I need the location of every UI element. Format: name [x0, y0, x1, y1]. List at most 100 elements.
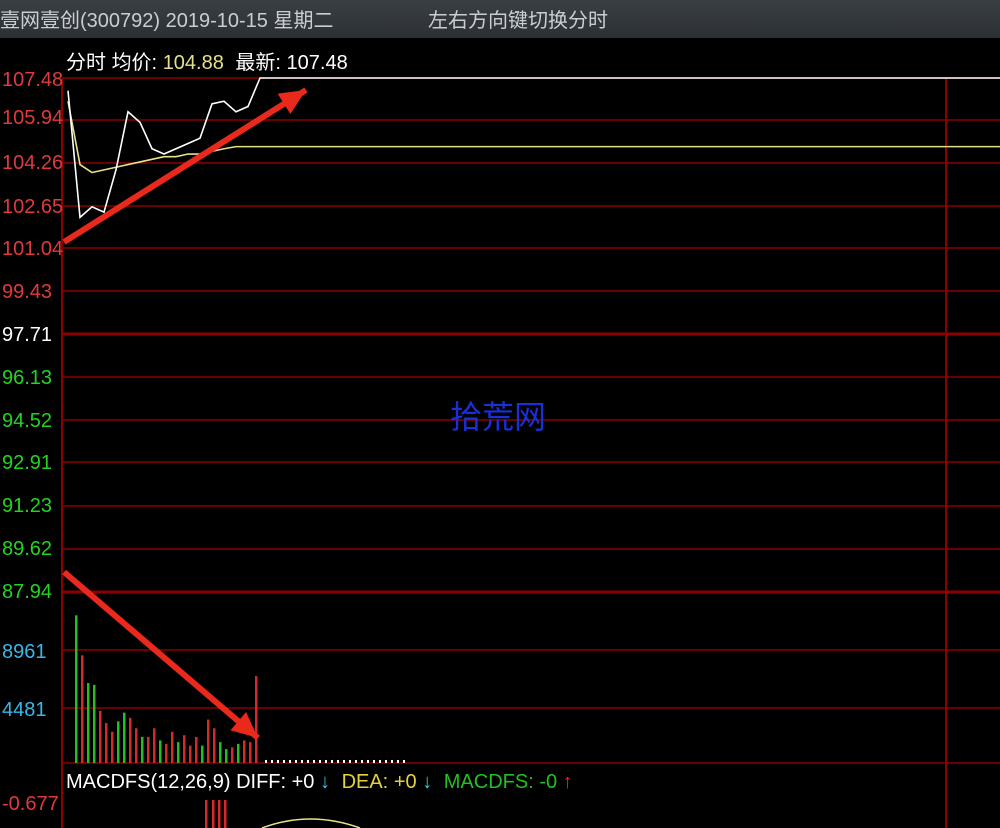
volume-bar: [201, 745, 204, 763]
volume-bar: [255, 676, 258, 763]
volume-bar: [183, 735, 186, 763]
macd-indicator-row: MACDFS(12,26,9) DIFF: +0 ↓ DEA: +0 ↓ MAC…: [66, 771, 573, 794]
volume-tick-bar: [307, 760, 309, 763]
price-axis-label: 99.43: [2, 281, 53, 303]
volume-bar: [213, 728, 216, 763]
price-axis-label: 97.71: [2, 324, 53, 346]
volume-bar: [231, 747, 234, 763]
macd-bar: [212, 800, 215, 828]
volume-axis-label: 4481: [2, 699, 47, 721]
volume-bar: [129, 717, 132, 763]
volume-bar: [171, 731, 174, 763]
latest-price-value: 107.48: [286, 52, 348, 74]
diff-value: +0: [291, 771, 315, 793]
latest-price-label: 最新:: [235, 52, 281, 74]
volume-bar: [105, 723, 108, 763]
volume-bar: [195, 736, 198, 763]
volume-tick-bar: [301, 760, 303, 763]
volume-bar: [177, 742, 180, 763]
price-axis-label: 89.62: [2, 538, 53, 560]
volume-bar: [159, 740, 162, 763]
macdfs-label: MACDFS:: [443, 771, 534, 793]
volume-tick-bar: [403, 760, 405, 763]
dea-label: DEA:: [341, 771, 389, 793]
volume-bar: [237, 743, 240, 763]
volume-bar: [87, 683, 90, 763]
volume-axis-label: 8961: [2, 641, 47, 663]
price-axis-label: 96.13: [2, 367, 53, 389]
volume-tick-bar: [313, 760, 315, 763]
avg-price-label: 均价:: [111, 52, 158, 74]
annotation-arrow-up: [62, 87, 308, 245]
price-line: [67, 77, 1000, 220]
watermark: 拾荒网: [450, 398, 547, 436]
macd-bar: [218, 800, 221, 828]
volume-tick-bar: [349, 760, 351, 763]
dea-value: +0: [393, 771, 417, 793]
volume-tick-bar: [319, 760, 321, 763]
volume-bar: [141, 736, 144, 763]
macdfs-value: -0: [539, 771, 558, 793]
volume-tick-bar: [397, 760, 399, 763]
price-axis-label: 105.94: [2, 107, 64, 129]
volume-bar: [165, 743, 168, 763]
volume-bar: [147, 736, 150, 763]
volume-bar: [93, 684, 96, 763]
volume-bar: [219, 742, 222, 763]
volume-tick-bar: [367, 760, 369, 763]
price-axis-label: 101.04: [2, 238, 64, 260]
stock-title: 壹网壹创(300792) 2019-10-15 星期二: [0, 10, 334, 32]
volume-tick-bar: [355, 760, 357, 763]
volume-tick-bar: [391, 760, 393, 763]
volume-tick-bar: [331, 760, 333, 763]
macd-axis-label: -0.677: [2, 793, 59, 815]
volume-bar: [207, 719, 210, 763]
macd-bar: [205, 800, 208, 828]
arrow-down-icon: ↓: [320, 771, 330, 793]
diff-label: DIFF:: [236, 771, 287, 793]
volume-tick-bar: [337, 760, 339, 763]
price-axis-label: 91.23: [2, 495, 53, 517]
volume-bar: [111, 731, 114, 763]
arrow-down-icon: ↓: [422, 771, 433, 793]
volume-bar: [249, 742, 252, 763]
window-title-bar: 壹网壹创(300792) 2019-10-15 星期二 左右方向键切换分时: [0, 0, 1000, 38]
volume-tick-bar: [277, 760, 279, 763]
keyboard-hint: 左右方向键切换分时: [428, 10, 608, 32]
chart-mode-label: 分时: [66, 52, 106, 74]
volume-bar: [243, 740, 246, 763]
volume-bar: [135, 728, 138, 763]
price-axis-label: 107.48: [2, 69, 64, 91]
price-axis-label: 94.52: [2, 410, 53, 432]
volume-bar: [225, 749, 228, 763]
volume-tick-bar: [361, 760, 363, 763]
volume-tick-bar: [289, 760, 291, 763]
macd-line: [261, 818, 361, 828]
price-axis-label: 102.65: [2, 196, 64, 218]
volume-tick-bar: [283, 760, 285, 763]
volume-bar: [117, 721, 120, 763]
volume-tick-bar: [271, 760, 273, 763]
avg-price-line: [67, 101, 1000, 174]
price-axis-label: 92.91: [2, 452, 53, 474]
price-axis-label: 104.26: [2, 152, 64, 174]
avg-price-value: 104.88: [162, 52, 224, 74]
volume-bar: [123, 712, 126, 763]
volume-tick-bar: [265, 760, 267, 763]
volume-tick-bar: [325, 760, 327, 763]
volume-bar: [75, 615, 78, 763]
macd-name: MACDFS(12,26,9): [66, 771, 231, 793]
volume-bar: [99, 710, 102, 763]
chart-header: 分时 均价: 104.88 最新: 107.48: [66, 46, 348, 75]
macd-bar: [224, 800, 227, 828]
arrow-up-icon: ↑: [562, 771, 573, 793]
volume-tick-bar: [385, 760, 387, 763]
volume-bar: [153, 728, 156, 763]
volume-tick-bar: [295, 760, 297, 763]
price-axis-label: 87.94: [2, 581, 53, 603]
volume-tick-bar: [343, 760, 345, 763]
volume-tick-bar: [373, 760, 375, 763]
volume-bar: [189, 745, 192, 763]
volume-bar: [81, 655, 84, 763]
volume-tick-bar: [379, 760, 381, 763]
